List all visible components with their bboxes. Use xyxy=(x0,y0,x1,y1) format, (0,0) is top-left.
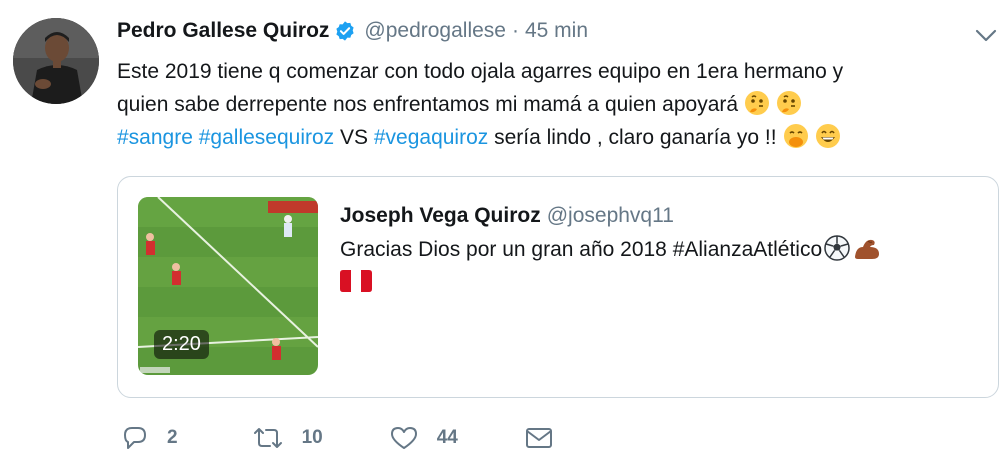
tweet-actions: 2 10 44 xyxy=(121,422,554,454)
tweet-vs-text: VS xyxy=(334,126,374,149)
flexed-biceps-emoji-icon xyxy=(852,235,880,261)
envelope-icon xyxy=(524,425,554,451)
video-thumbnail[interactable]: 2:20 xyxy=(138,197,318,375)
soccer-ball-emoji-icon xyxy=(824,235,850,261)
reply-button[interactable]: 2 xyxy=(121,424,178,452)
retweet-count: 10 xyxy=(301,427,323,448)
quoted-tweet-body: Gracias Dios por un gran año 2018 #Alian… xyxy=(340,238,823,261)
author-handle[interactable]: @pedrogallese xyxy=(364,16,506,46)
retweet-button[interactable]: 10 xyxy=(252,424,323,452)
tweet-line-text: quien sabe derrepente nos enfrentamos mi… xyxy=(117,93,739,116)
grinning-face-emoji-icon xyxy=(815,123,841,149)
retweet-icon xyxy=(252,424,284,452)
direct-message-button[interactable] xyxy=(524,425,554,451)
reply-icon xyxy=(121,424,149,452)
chevron-down-icon[interactable] xyxy=(972,24,1000,48)
quoted-author-handle[interactable]: @josephvq11 xyxy=(547,204,674,227)
peru-flag-emoji-icon xyxy=(340,269,372,293)
like-count: 44 xyxy=(436,427,458,448)
quoted-tweet-header: Joseph Vega Quiroz @josephvq11 xyxy=(340,201,674,231)
quoted-tweet-card[interactable]: 2:20 Joseph Vega Quiroz @josephvq11 Graci… xyxy=(117,176,999,398)
separator-dot: · xyxy=(511,19,519,42)
tweet-header: Pedro Gallese Quiroz @pedrogallese · 45 … xyxy=(117,16,588,46)
tweet-line-text: sería lindo , claro ganaría yo !! xyxy=(488,126,777,149)
avatar[interactable] xyxy=(13,18,99,104)
face-with-hand-over-mouth-emoji-icon xyxy=(783,123,809,149)
tweet-timestamp[interactable]: 45 min xyxy=(525,16,588,46)
quoted-tweet-text: Gracias Dios por un gran año 2018 #Alian… xyxy=(340,235,880,265)
tweet-line: quien sabe derrepente nos enfrentamos mi… xyxy=(117,88,997,121)
tweet-line: #sangre #gallesequiroz VS #vegaquiroz se… xyxy=(117,121,997,154)
heart-icon xyxy=(389,424,419,452)
verified-badge-icon xyxy=(334,20,356,42)
video-duration: 2:20 xyxy=(154,330,209,359)
tweet-text: Este 2019 tiene q comenzar con todo ojal… xyxy=(117,55,997,154)
author-name[interactable]: Pedro Gallese Quiroz xyxy=(117,16,329,46)
hashtag-link[interactable]: #gallesequiroz xyxy=(199,126,334,149)
thinking-face-emoji-icon xyxy=(776,90,802,116)
like-button[interactable]: 44 xyxy=(389,424,458,452)
thinking-face-emoji-icon xyxy=(744,90,770,116)
quoted-author-name[interactable]: Joseph Vega Quiroz xyxy=(340,204,541,227)
reply-count: 2 xyxy=(167,427,178,448)
tweet-line: Este 2019 tiene q comenzar con todo ojal… xyxy=(117,60,844,83)
hashtag-link[interactable]: #sangre xyxy=(117,126,193,149)
hashtag-link[interactable]: #vegaquiroz xyxy=(374,126,488,149)
